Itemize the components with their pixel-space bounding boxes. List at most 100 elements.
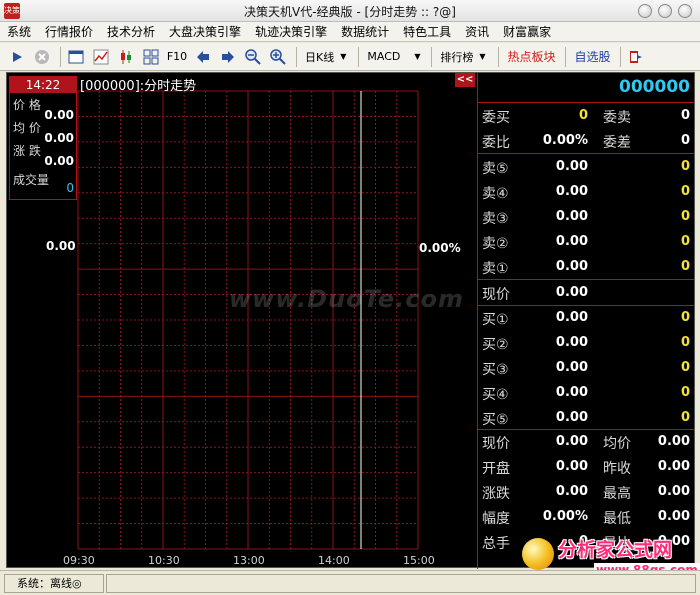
hot-sector-button[interactable]: 热点板块 [503,48,561,65]
arrow-right-icon[interactable] [217,46,239,68]
menu-bar: 系统 行情报价 技术分析 大盘决策引擎 轨迹决策引擎 数据统计 特色工具 资讯 财富赢家 [0,22,700,42]
sell-volume: 0 [680,159,690,174]
current-price-row: 现价 0.00 [478,281,694,306]
chart-caption: [000000]:分时走势 [80,79,197,94]
exit-icon[interactable] [625,46,647,68]
summary-label: 委比 [482,135,510,151]
buy-level-label: 买① [482,312,509,328]
watermark-text: www.DuoTe.com [229,285,464,313]
indicator-dropdown[interactable]: MACD ▼ [363,47,423,67]
stats-label: 均价 [603,436,631,452]
info-value: 0 [66,181,74,195]
arrow-left-icon[interactable] [192,46,214,68]
time-axis-label: 09:30 [63,554,95,567]
menu-item-3[interactable]: 大盘决策引擎 [162,23,248,40]
stats-row: 开盘 0.00 昨收 0.00 [478,455,694,480]
toolbar-separator [358,46,360,67]
stats-value: 0.00% [542,509,588,524]
buy-price: 0.00 [555,385,588,400]
buy-price: 0.00 [555,335,588,350]
toolbar-separator [296,46,297,67]
buy-order-row: 买② 0.00 0 [478,331,694,356]
menu-item-1[interactable]: 行情报价 [38,23,100,40]
menu-item-7[interactable]: 资讯 [458,23,496,40]
menu-item-4[interactable]: 轨迹决策引擎 [248,23,334,40]
quote-separator [478,279,694,280]
indicator-dropdown-label: MACD [367,50,401,63]
intraday-chart-area[interactable]: www.DuoTe.com [000000]:分时走势 << 14:22 价 格… [7,73,477,569]
right-percent-label: 0.00% [419,241,461,255]
order-summary-row: 委买 0 委卖 0 [478,104,694,129]
stats-value: 0.00 [555,484,588,499]
toolbar: F10 日K线 ▼ MACD ▼ 排行榜 ▼ 热点板块 自选股 [0,43,700,71]
watchlist-button[interactable]: 自选股 [570,48,616,65]
grid-layout-icon[interactable] [140,46,162,68]
candlestick-icon[interactable] [115,46,137,68]
zoom-out-icon[interactable] [242,46,264,68]
sell-volume: 0 [680,234,690,249]
minimize-button[interactable] [638,4,652,18]
sell-order-row: 卖④ 0.00 0 [478,180,694,205]
logo-ball-icon [522,538,554,570]
stats-label: 最低 [603,511,631,527]
menu-item-0[interactable]: 系统 [0,23,38,40]
buy-level-label: 买⑤ [482,412,509,428]
stats-row: 现价 0.00 均价 0.00 [478,430,694,455]
ranking-dropdown[interactable]: 排行榜 ▼ [436,47,489,67]
stats-label: 总手 [482,536,510,552]
zoom-in-icon[interactable] [267,46,289,68]
sell-price: 0.00 [555,209,588,224]
buy-volume: 0 [680,410,690,425]
buy-order-row: 买⑤ 0.00 0 [478,406,694,431]
menu-item-5[interactable]: 数据统计 [334,23,396,40]
sell-level-label: 卖③ [482,211,509,227]
menu-item-8[interactable]: 财富赢家 [496,23,558,40]
time-axis-label: 13:00 [233,554,265,567]
sell-price: 0.00 [555,184,588,199]
sell-order-row: 卖③ 0.00 0 [478,205,694,230]
menu-item-2[interactable]: 技术分析 [100,23,162,40]
sell-price: 0.00 [555,234,588,249]
summary-label: 委买 [482,110,510,126]
stop-icon[interactable] [31,46,53,68]
info-label: 成交量 [13,173,50,187]
buy-volume: 0 [680,310,690,325]
menu-item-6[interactable]: 特色工具 [396,23,458,40]
quote-panel: 000000 委买 0 委卖 0 委比 0.00% 委差 0 卖⑤ 0.00 0 卖④ 0.00 0 卖③ 0… [477,73,694,569]
stats-row: 幅度 0.00% 最低 0.00 [478,505,694,530]
sell-level-label: 卖① [482,261,509,277]
sell-order-row: 卖② 0.00 0 [478,230,694,255]
sell-order-row: 卖① 0.00 0 [478,255,694,280]
buy-level-label: 买④ [482,387,509,403]
line-chart-icon[interactable] [90,46,112,68]
buy-price: 0.00 [555,360,588,375]
sell-order-row: 卖⑤ 0.00 0 [478,155,694,180]
stats-label: 幅度 [482,511,510,527]
summary-value: 0 [578,108,588,123]
sell-volume: 0 [680,184,690,199]
f10-button[interactable]: F10 [165,46,189,68]
toolbar-separator [619,46,621,67]
app-window: 决策 决策天机Ⅴ代-经典版 - [分时走势 :: ?@] 系统 行情报价 技术分析大… [0,0,700,595]
play-icon[interactable] [6,46,28,68]
toolbar-separator [60,46,61,67]
info-time: 14:22 [10,77,76,93]
info-row: 均 价 0.00 [10,119,76,145]
period-dropdown-label: 日K线 [305,50,335,64]
stats-row: 涨跌 0.00 最高 0.00 [478,480,694,505]
stats-label: 现价 [482,436,510,452]
chart-grid [77,90,419,550]
system-status: 系统：离线◎ [4,574,104,593]
period-dropdown[interactable]: 日K线 ▼ [301,47,350,67]
collapse-panel-button[interactable]: << [455,73,475,87]
main-panel: www.DuoTe.com [000000]:分时走势 << 14:22 价 格… [6,72,695,569]
order-summary-row: 委比 0.00% 委差 0 [478,129,694,154]
window-icon[interactable] [65,46,87,68]
toolbar-separator [564,46,566,67]
toolbar-separator [431,46,433,67]
stats-label: 最高 [603,486,631,502]
stock-code: 000000 [619,77,690,97]
maximize-button[interactable] [658,4,672,18]
close-button[interactable] [678,4,692,18]
quote-separator [478,153,694,154]
